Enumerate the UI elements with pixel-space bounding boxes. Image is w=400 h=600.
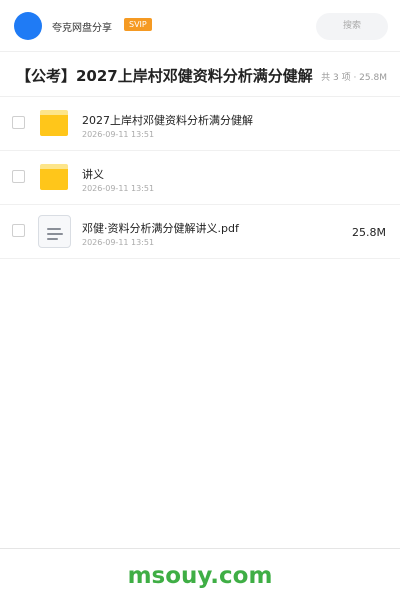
file-size: 25.8M [352, 226, 386, 239]
app-name: 夸克网盘分享 [52, 23, 112, 34]
select-checkbox[interactable] [12, 170, 25, 183]
file-name: 讲义 [82, 168, 104, 181]
search-input[interactable]: 搜索 [316, 13, 388, 40]
file-name: 2027上岸村邓健资料分析满分健解 [82, 114, 253, 127]
file-date: 2026-09-11 13:51 [82, 130, 155, 139]
select-checkbox[interactable] [12, 116, 25, 129]
file-row[interactable]: 讲义 2026-09-11 13:51 [0, 151, 400, 205]
top-bar: 夸克网盘分享 SVIP 搜索 [0, 0, 400, 52]
file-date: 2026-09-11 13:51 [82, 184, 155, 193]
file-summary: 共 3 项 · 25.8M [321, 73, 387, 83]
file-date: 2026-09-11 13:51 [82, 238, 155, 247]
file-row[interactable]: 邓健·资料分析满分健解讲义.pdf 2026-09-11 13:51 25.8M [0, 205, 400, 259]
file-name: 邓健·资料分析满分健解讲义.pdf [82, 222, 239, 235]
select-checkbox[interactable] [12, 224, 25, 237]
file-row[interactable]: 2027上岸村邓健资料分析满分健解 2026-09-11 13:51 [0, 97, 400, 151]
title-row: 【公考】2027上岸村邓健资料分析满分健解 共 3 项 · 25.8M [0, 52, 400, 97]
site-watermark: msouy.com [127, 563, 273, 589]
page-title: 【公考】2027上岸村邓健资料分析满分健解 [16, 67, 313, 85]
avatar[interactable] [14, 12, 42, 40]
document-icon [38, 215, 71, 248]
folder-icon [40, 110, 68, 136]
footer: msouy.com [0, 548, 400, 600]
svip-badge: SVIP [124, 18, 152, 31]
folder-icon [40, 164, 68, 190]
